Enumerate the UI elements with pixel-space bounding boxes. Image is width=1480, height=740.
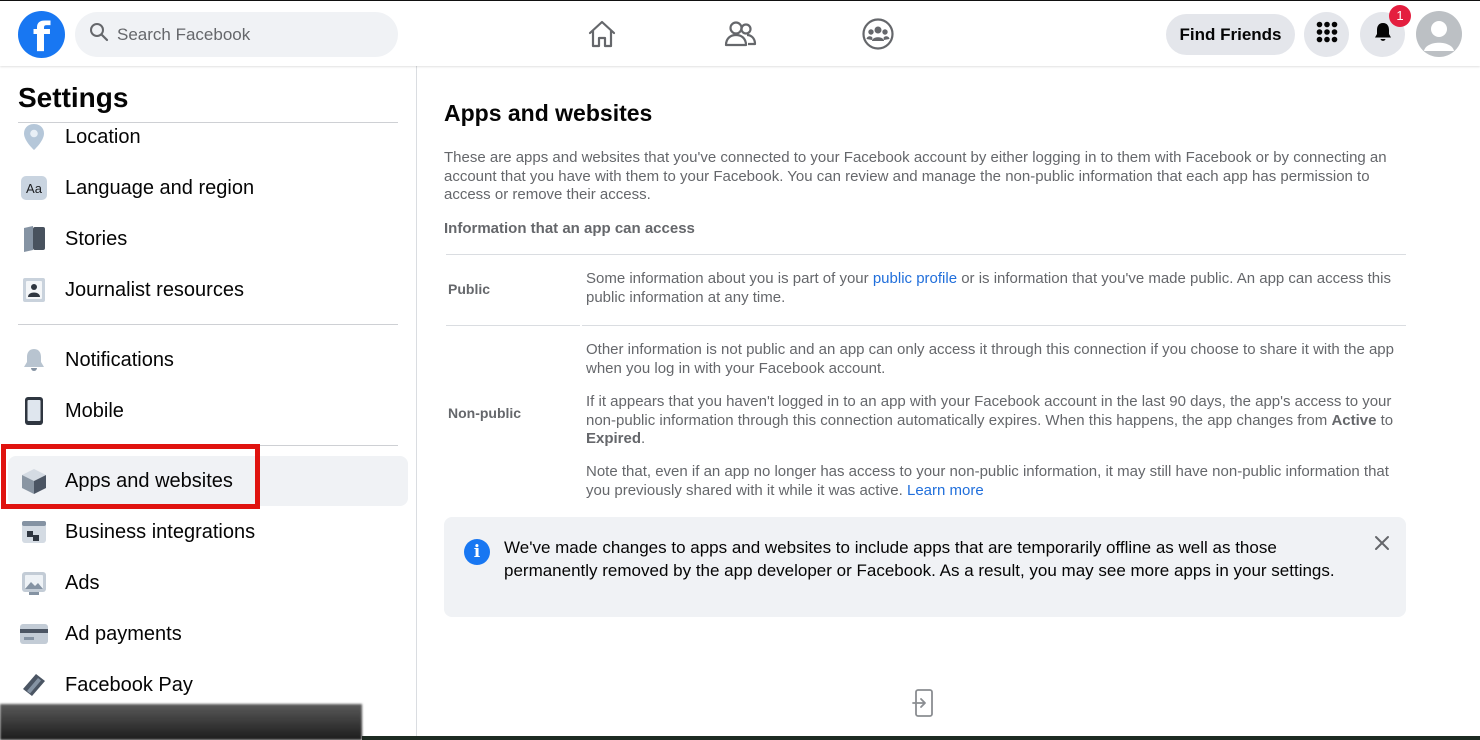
sidebar-item-ads[interactable]: Ads <box>8 558 408 608</box>
menu-grid-button[interactable] <box>1304 12 1349 57</box>
sidebar-divider <box>18 445 398 446</box>
settings-sidebar: Settings Location Aa Language and region… <box>0 66 417 740</box>
info-icon: i <box>464 539 490 565</box>
status-active: Active <box>1331 411 1377 429</box>
notice-message: We've made changes to apps and websites … <box>504 538 1335 580</box>
mobile-icon <box>18 395 50 427</box>
sidebar-item-label: Notifications <box>65 348 174 371</box>
journalist-icon <box>18 274 50 306</box>
sidebar-item-notifications[interactable]: Notifications <box>8 335 408 385</box>
avatar[interactable] <box>1416 11 1462 57</box>
sidebar-item-label: Journalist resources <box>65 278 244 301</box>
sidebar-item-ad-payments[interactable]: Ad payments <box>8 609 408 659</box>
find-friends-button[interactable]: Find Friends <box>1166 14 1295 55</box>
top-navigation-bar: f Find Friends 1 <box>0 0 1480 66</box>
row-label-non-public: Non-public <box>448 405 522 421</box>
p2-text: If it appears that you haven't logged in… <box>586 393 1392 429</box>
apps-and-websites-panel: Apps and websites These are apps and web… <box>418 66 1480 740</box>
intro-text: These are apps and websites that you've … <box>444 149 1387 203</box>
sidebar-item-label: Facebook Pay <box>65 673 193 696</box>
search-input[interactable] <box>117 24 377 45</box>
sidebar-item-label: Business integrations <box>65 520 256 543</box>
page-title: Apps and websites <box>444 100 653 126</box>
friends-icon[interactable] <box>722 16 758 52</box>
sidebar-item-label: Apps and websites <box>65 469 233 492</box>
scroll-shadow <box>0 704 362 740</box>
table-divider <box>446 254 1406 255</box>
groups-icon[interactable] <box>860 16 896 52</box>
public-profile-link[interactable]: public profile <box>873 270 957 287</box>
language-icon: Aa <box>18 172 50 204</box>
status-expired: Expired <box>586 430 642 447</box>
non-public-paragraph-2: If it appears that you haven't logged in… <box>586 393 1406 449</box>
window-bottom-edge <box>362 736 1480 740</box>
svg-text:Aa: Aa <box>26 181 43 196</box>
logo-letter: f <box>32 15 51 58</box>
sidebar-item-label: Location <box>65 125 141 148</box>
sidebar-item-language-and-region[interactable]: Aa Language and region <box>8 163 408 213</box>
p3-text: Note that, even if an app no longer has … <box>586 463 1389 499</box>
facebook-logo[interactable]: f <box>18 11 65 58</box>
info-heading: Information that an app can access <box>444 220 695 237</box>
sidebar-item-stories[interactable]: Stories <box>8 214 408 264</box>
close-icon[interactable] <box>1370 531 1394 555</box>
sidebar-title: Settings <box>18 82 129 113</box>
sidebar-item-label: Language and region <box>65 176 255 199</box>
public-description: Some information about you is part of yo… <box>586 270 1406 307</box>
menu-grid-icon <box>1316 21 1338 48</box>
sidebar-item-label: Stories <box>65 227 128 250</box>
row-label-public: Public <box>448 281 491 297</box>
sidebar-item-apps-and-websites[interactable]: Apps and websites <box>8 456 408 506</box>
bell-icon <box>18 344 50 376</box>
ads-icon <box>18 567 50 599</box>
p2-to: to <box>1376 411 1394 429</box>
p2-end: . <box>641 430 646 447</box>
bell-icon <box>1373 21 1393 48</box>
search-icon <box>89 22 109 47</box>
home-icon[interactable] <box>584 16 620 52</box>
login-device-icon <box>912 688 936 718</box>
sidebar-divider <box>18 324 398 325</box>
stories-icon <box>18 223 50 255</box>
search-bar[interactable] <box>75 12 398 57</box>
sidebar-item-label: Mobile <box>65 399 124 422</box>
facebook-pay-icon <box>18 669 50 701</box>
sidebar-item-location[interactable]: Location <box>8 112 408 162</box>
learn-more-link[interactable]: Learn more <box>907 482 984 499</box>
sidebar-item-label: Ads <box>65 571 100 594</box>
sidebar-item-label: Ad payments <box>65 622 182 645</box>
sidebar-item-facebook-pay[interactable]: Facebook Pay <box>8 660 408 710</box>
table-divider <box>582 325 1406 326</box>
sidebar-item-mobile[interactable]: Mobile <box>8 386 408 436</box>
non-public-paragraph-1: Other information is not public and an a… <box>586 341 1394 377</box>
non-public-paragraph-3: Note that, even if an app no longer has … <box>586 463 1406 500</box>
credit-card-icon <box>18 618 50 650</box>
table-divider <box>446 325 580 326</box>
location-pin-icon <box>18 121 50 153</box>
sidebar-item-journalist-resources[interactable]: Journalist resources <box>8 265 408 315</box>
sidebar-item-business-integrations[interactable]: Business integrations <box>8 507 408 557</box>
business-integrations-icon <box>18 516 50 548</box>
public-text-before: Some information about you is part of yo… <box>586 270 873 287</box>
apps-cube-icon <box>18 465 50 497</box>
notification-count-badge: 1 <box>1389 5 1411 27</box>
info-notice: i We've made changes to apps and website… <box>444 517 1406 617</box>
